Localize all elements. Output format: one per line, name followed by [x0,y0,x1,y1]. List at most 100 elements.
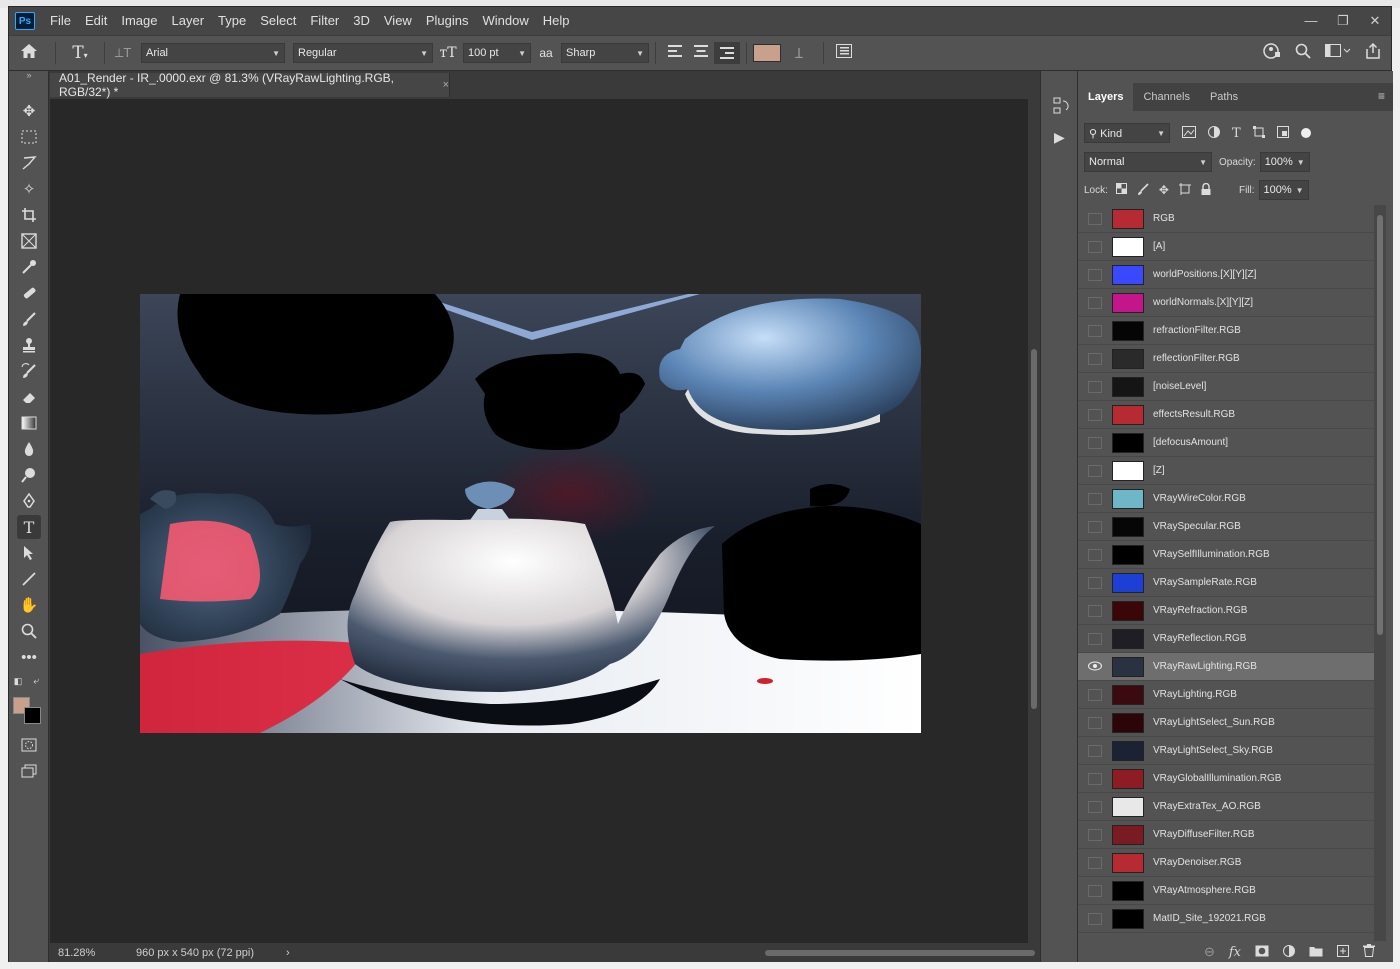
minimize-button[interactable]: — [1295,13,1327,29]
hand-tool-icon[interactable]: ✋ [17,593,41,617]
close-window-button[interactable]: ✕ [1359,13,1391,29]
close-document-icon[interactable]: × [443,79,449,91]
pen-tool-icon[interactable] [17,489,41,513]
dodge-tool-icon[interactable] [17,463,41,487]
text-color-swatch[interactable] [753,44,781,62]
layer-row[interactable]: [Z] [1078,457,1374,485]
zoom-tool-icon[interactable] [17,619,41,643]
visibility-toggle[interactable] [1088,408,1102,421]
marquee-tool-icon[interactable] [17,125,41,149]
visibility-toggle[interactable] [1088,520,1102,533]
layer-row[interactable]: reflectionFilter.RGB [1078,345,1374,373]
add-layer-style-icon[interactable]: fx [1229,945,1241,960]
eraser-tool-icon[interactable] [17,385,41,409]
opacity-input[interactable]: 100% ▼ [1259,152,1310,172]
default-colors-icon[interactable]: ◧ [11,675,25,687]
menu-edit[interactable]: Edit [78,7,114,35]
type-tool-preset-icon[interactable]: T▾ [62,43,98,63]
crop-tool-icon[interactable] [17,203,41,227]
history-brush-tool-icon[interactable] [17,359,41,383]
visibility-toggle[interactable] [1088,632,1102,645]
filter-smart-object-icon[interactable] [1276,125,1289,141]
home-icon[interactable] [9,43,49,64]
filter-toggle-icon[interactable] [1300,128,1311,138]
align-right-icon[interactable] [714,42,740,64]
layer-row[interactable]: VRaySampleRate.RGB [1078,569,1374,597]
new-layer-icon[interactable] [1337,944,1349,960]
layer-row[interactable]: VRaySpecular.RGB [1078,513,1374,541]
lock-position-icon[interactable]: ✥ [1159,183,1169,197]
clone-stamp-tool-icon[interactable] [17,333,41,357]
visibility-toggle[interactable] [1088,548,1102,561]
layer-row[interactable]: [defocusAmount] [1078,429,1374,457]
menu-type[interactable]: Type [211,7,253,35]
layer-row[interactable]: worldNormals.[X][Y][Z] [1078,289,1374,317]
filter-pixel-icon[interactable] [1182,125,1196,141]
layer-row[interactable]: VRayAtmosphere.RGB [1078,877,1374,905]
layers-vertical-scrollbar[interactable] [1374,205,1386,941]
visibility-toggle[interactable] [1088,492,1102,505]
visibility-toggle[interactable] [1088,744,1102,757]
gradient-tool-icon[interactable] [17,411,41,435]
filter-type-icon[interactable]: T [1232,126,1241,141]
layers-scroll-thumb[interactable] [1377,215,1383,635]
warp-text-icon[interactable]: Ʇ [781,44,817,63]
layer-row[interactable]: VRayLightSelect_Sky.RGB [1078,737,1374,765]
toggle-text-orientation-icon[interactable]: ⟂T [111,45,135,61]
maximize-button[interactable]: ❐ [1327,13,1359,29]
layer-row[interactable]: worldPositions.[X][Y][Z] [1078,261,1374,289]
visibility-toggle[interactable] [1088,212,1102,225]
link-layers-icon[interactable]: ⊖ [1204,944,1215,960]
line-tool-icon[interactable] [17,567,41,591]
menu-select[interactable]: Select [253,7,303,35]
visibility-toggle[interactable] [1088,800,1102,813]
layer-row[interactable]: VRayLighting.RGB [1078,681,1374,709]
blend-mode-select[interactable]: Normal ▼ [1084,152,1212,172]
menu-image[interactable]: Image [114,7,164,35]
swap-colors-icon[interactable]: ⤶ [29,675,43,687]
lasso-tool-icon[interactable] [17,151,41,175]
menu-plugins[interactable]: Plugins [419,7,476,35]
align-left-icon[interactable] [662,44,688,62]
visibility-toggle[interactable] [1088,352,1102,365]
layer-row[interactable]: VRayWireColor.RGB [1078,485,1374,513]
lock-transparent-icon[interactable] [1115,183,1127,197]
move-tool-icon[interactable]: ✥ [17,99,41,123]
lock-all-icon[interactable] [1201,182,1211,198]
canvas-horizontal-scrollbar[interactable] [295,943,1035,963]
canvas-workspace[interactable] [50,99,1028,943]
collapse-toolbar-icon[interactable]: » [17,69,41,81]
visibility-toggle[interactable] [1088,380,1102,393]
visibility-toggle[interactable] [1088,688,1102,701]
visibility-toggle[interactable] [1088,576,1102,589]
menu-window[interactable]: Window [475,7,535,35]
visibility-toggle[interactable] [1088,884,1102,897]
magic-wand-tool-icon[interactable]: ✧ [17,177,41,201]
layer-row[interactable]: VRayRawLighting.RGB [1078,653,1374,681]
menu-filter[interactable]: Filter [303,7,346,35]
visibility-toggle[interactable] [1088,856,1102,869]
frame-tool-icon[interactable] [17,229,41,253]
add-mask-icon[interactable] [1255,945,1269,960]
character-panel-icon[interactable] [830,43,858,63]
font-family-select[interactable]: Arial ▼ [141,43,285,63]
menu-file[interactable]: File [43,7,78,35]
menu-3d[interactable]: 3D [346,7,377,35]
visibility-toggle[interactable] [1088,268,1102,281]
new-group-icon[interactable] [1309,945,1323,960]
render-image[interactable] [140,294,921,733]
layer-row[interactable]: VRayDiffuseFilter.RGB [1078,821,1374,849]
new-adjustment-layer-icon[interactable] [1283,944,1295,960]
actions-play-icon[interactable]: ▶ [1054,129,1065,146]
tab-layers[interactable]: Layers [1078,83,1134,111]
delete-layer-icon[interactable] [1363,944,1375,960]
filter-shape-icon[interactable] [1252,125,1265,141]
type-tool-icon[interactable]: T [17,515,41,539]
layer-row[interactable]: [noiseLevel] [1078,373,1374,401]
layer-row[interactable]: RGB [1078,205,1374,233]
blur-tool-icon[interactable] [17,437,41,461]
path-selection-tool-icon[interactable] [17,541,41,565]
healing-brush-tool-icon[interactable] [17,281,41,305]
tab-paths[interactable]: Paths [1200,83,1248,111]
layer-row[interactable]: MatID_Site_192021.RGB [1078,905,1374,933]
